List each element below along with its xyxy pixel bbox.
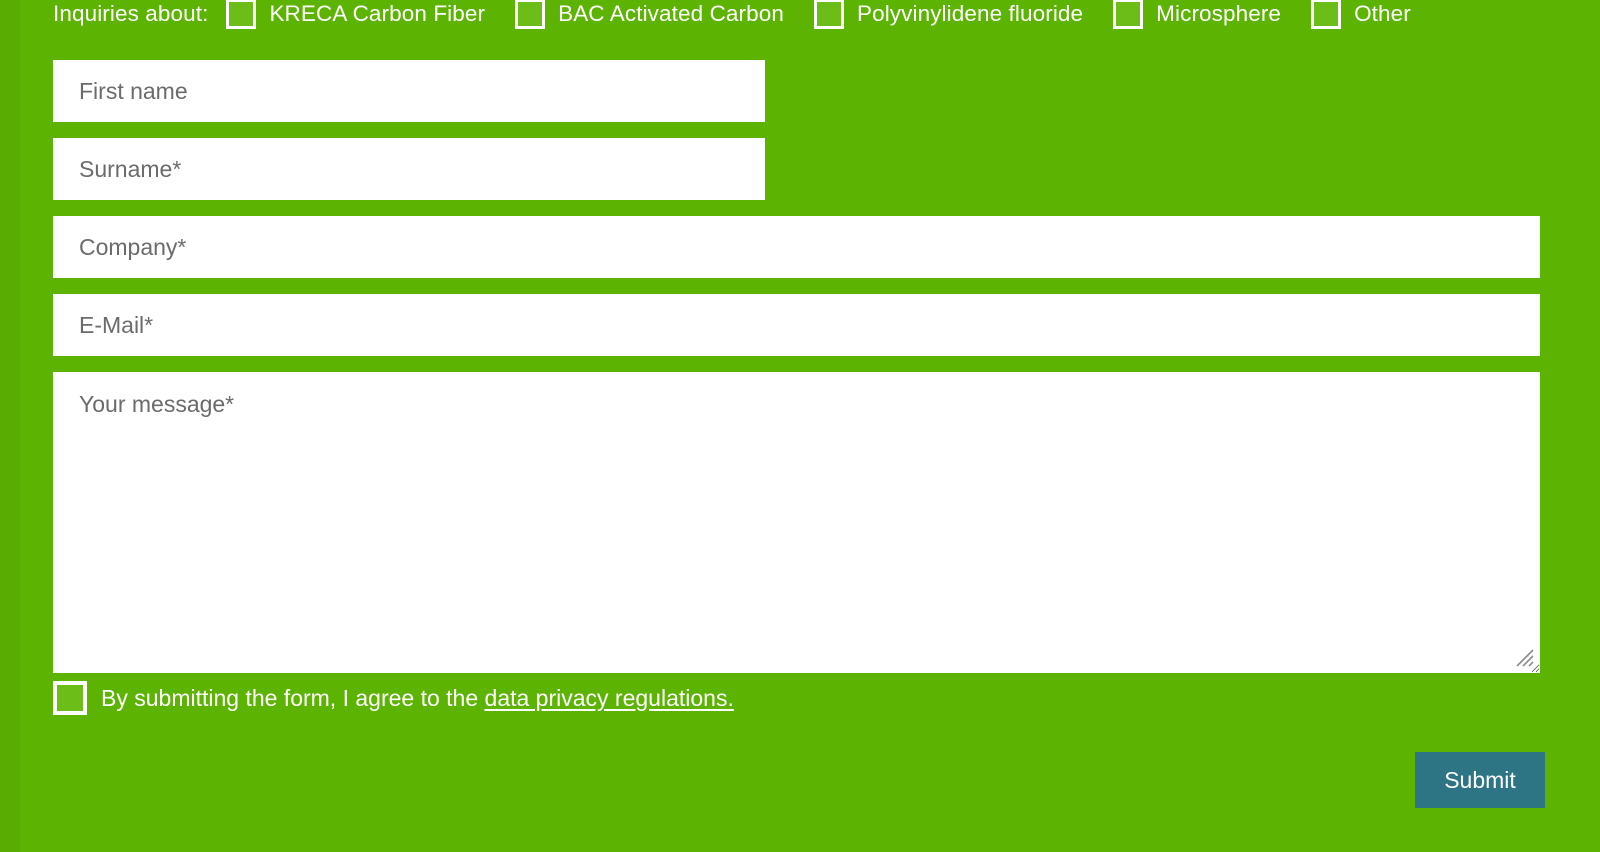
company-input[interactable] xyxy=(53,216,1540,278)
inquiry-option-label: BAC Activated Carbon xyxy=(558,1,784,26)
checkbox-icon[interactable] xyxy=(53,681,87,715)
contact-form: Inquiries about: KRECA Carbon Fiber BAC … xyxy=(0,0,1600,852)
privacy-consent-row[interactable]: By submitting the form, I agree to the d… xyxy=(53,680,734,716)
inquiry-option-label: Microsphere xyxy=(1156,1,1282,26)
checkbox-icon[interactable] xyxy=(1311,0,1342,29)
surname-input[interactable] xyxy=(53,138,765,200)
checkbox-icon[interactable] xyxy=(813,0,844,29)
checkbox-icon[interactable] xyxy=(226,0,257,29)
consent-text-prefix: By submitting the form, I agree to the xyxy=(101,685,485,711)
message-textarea[interactable] xyxy=(53,372,1540,673)
inquiry-option-microsphere[interactable]: Microsphere xyxy=(1113,0,1281,36)
first-name-input[interactable] xyxy=(53,60,765,122)
data-privacy-regulations-link[interactable]: data privacy regulations. xyxy=(485,685,734,711)
inquiry-option-label: Other xyxy=(1354,1,1411,26)
submit-button[interactable]: Submit xyxy=(1415,752,1545,808)
inquiry-about-label: Inquiries about: xyxy=(53,1,209,26)
checkbox-icon[interactable] xyxy=(515,0,546,29)
inquiry-option-label: Polyvinylidene fluoride xyxy=(856,1,1084,26)
email-input[interactable] xyxy=(53,294,1540,356)
inquiry-option-polyvinylidene-fluoride[interactable]: Polyvinylidene fluoride xyxy=(813,0,1084,36)
inquiry-option-kreca-carbon-fiber[interactable]: KRECA Carbon Fiber xyxy=(226,0,485,36)
inquiry-option-other[interactable]: Other xyxy=(1311,0,1411,36)
inquiry-option-bac-activated-carbon[interactable]: BAC Activated Carbon xyxy=(515,0,784,36)
consent-text: By submitting the form, I agree to the d… xyxy=(101,680,734,716)
inquiry-option-label: KRECA Carbon Fiber xyxy=(269,1,486,26)
inquiry-checkbox-row: Inquiries about: KRECA Carbon Fiber BAC … xyxy=(53,0,1441,36)
checkbox-icon[interactable] xyxy=(1113,0,1144,29)
